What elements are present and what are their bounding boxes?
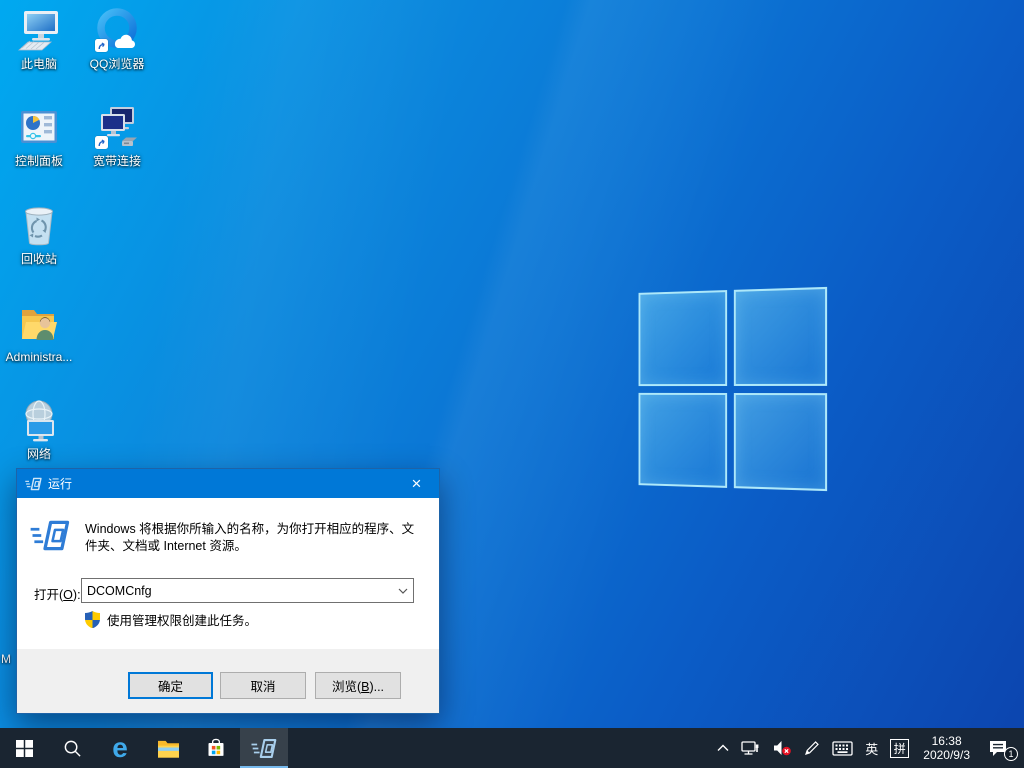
file-explorer-icon [157,740,179,758]
broadband-connection-icon [93,104,141,152]
user-folder-icon [15,300,63,348]
admin-note-text: 使用管理权限创建此任务。 [107,614,258,628]
network-tray-button[interactable] [735,728,766,768]
admin-note-row: 使用管理权限创建此任务。 [85,610,257,629]
desktop-icon-label: 宽带连接 [92,154,141,168]
run-window-icon [25,477,42,491]
occluded-desktop-icon-label: M [1,652,11,666]
desktop[interactable]: 此电脑 QQ浏览器 控制面板 宽带连接 回收站 Administra... 网络… [0,0,1024,768]
windows-logo-pane [733,392,828,492]
taskbar-clock[interactable]: 16:38 2020/9/3 [915,728,978,768]
show-hidden-icons-button[interactable] [711,728,735,768]
edge-icon: e [112,732,128,763]
this-pc-icon [15,7,63,55]
run-dialog-description: Windows 将根据你所输入的名称，为你打开相应的程序、文件夹、文档或 Int… [85,522,415,553]
run-dialog-body: Windows 将根据你所输入的名称，为你打开相应的程序、文件夹、文档或 Int… [17,498,439,651]
taskbar-edge-button[interactable]: e [96,728,144,768]
taskbar: e 英 拼 16:38 2020/9/3 1 [0,728,1024,768]
qq-browser-icon [93,7,141,55]
close-button[interactable]: × [394,469,439,498]
taskbar-search-button[interactable] [48,728,96,768]
windows-logo-pane [733,286,828,386]
taskbar-run-button-active[interactable] [240,728,288,768]
action-center-button[interactable]: 1 [978,728,1018,768]
run-icon [30,519,70,552]
volume-tray-button[interactable] [766,728,798,768]
desktop-icon-label: 网络 [26,447,51,461]
close-icon: × [411,474,422,493]
uac-shield-icon [85,610,100,629]
windows-logo-pane [638,290,727,386]
wallpaper-windows-logo [638,286,828,492]
ethernet-network-icon [741,740,759,755]
ok-button[interactable]: 确定 [128,672,213,699]
run-icon [251,738,277,759]
run-dialog-window: 运行 × Windows 将根据你所输入的名称，为你打开相应的程序、文件夹、文档… [16,468,440,714]
start-button[interactable] [0,728,48,768]
chevron-down-icon [398,588,408,594]
desktop-icon-this-pc[interactable]: 此电脑 [0,7,78,71]
control-panel-icon [15,104,63,152]
taskbar-file-explorer-button[interactable] [144,728,192,768]
run-dialog-title: 运行 [48,477,73,491]
desktop-icon-label: 控制面板 [14,154,63,168]
run-command-combobox[interactable]: DCOMCnfg [81,578,414,603]
run-command-value: DCOMCnfg [87,583,152,598]
run-dialog-titlebar[interactable]: 运行 × [17,469,439,498]
desktop-icon-administrator-folder[interactable]: Administra... [0,300,78,364]
notification-badge: 1 [1004,747,1018,761]
run-dialog-footer: 确定 取消 浏览(B)... [17,649,439,713]
shortcut-arrow-icon [95,136,108,149]
search-icon [64,740,81,757]
ime-language-indicator[interactable]: 英 [859,728,884,768]
desktop-icon-qq-browser[interactable]: QQ浏览器 [78,7,156,71]
clock-time: 16:38 [931,733,962,748]
ime-mode-indicator[interactable]: 拼 [884,728,915,768]
shortcut-arrow-icon [95,39,108,52]
desktop-icon-label: 回收站 [20,252,57,266]
recycle-bin-icon [15,202,63,250]
system-tray: 英 拼 16:38 2020/9/3 1 [711,728,1024,768]
combobox-dropdown-button[interactable] [393,588,413,594]
pen-icon [805,741,820,755]
taskbar-store-button[interactable] [192,728,240,768]
touch-keyboard-icon [832,740,853,756]
open-label: 打开(O): [34,588,81,602]
browse-button[interactable]: 浏览(B)... [315,672,401,699]
desktop-icon-label: Administra... [5,350,73,364]
volume-muted-icon [774,741,792,756]
desktop-icon-label: QQ浏览器 [89,57,145,71]
desktop-icon-control-panel[interactable]: 控制面板 [0,104,78,168]
windows-start-icon [15,739,33,757]
windows-ink-tray-button[interactable] [798,728,826,768]
desktop-icon-label: 此电脑 [20,57,57,71]
network-icon [15,397,63,445]
cancel-button[interactable]: 取消 [220,672,306,699]
windows-logo-pane [638,392,727,488]
chevron-up-icon [717,744,729,751]
desktop-icon-recycle-bin[interactable]: 回收站 [0,202,78,266]
desktop-icon-network[interactable]: 网络 [0,397,78,461]
touch-keyboard-tray-button[interactable] [826,728,859,768]
microsoft-store-icon [208,738,224,756]
clock-date: 2020/9/3 [923,748,970,762]
desktop-icon-broadband-connection[interactable]: 宽带连接 [78,104,156,168]
